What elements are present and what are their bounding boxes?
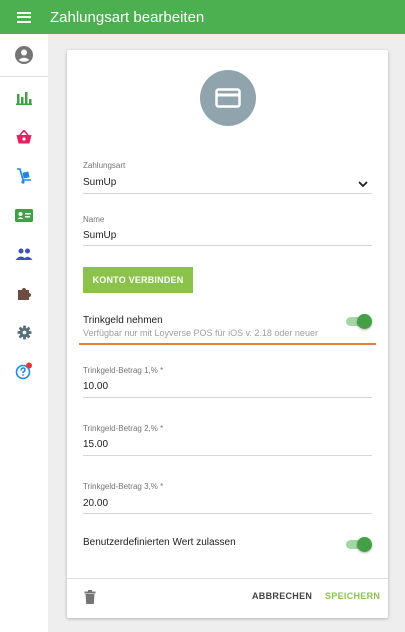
cancel-button[interactable]: ABBRECHEN [252, 591, 312, 601]
trash-icon[interactable] [84, 590, 96, 604]
highlight-underline [79, 343, 376, 345]
sidebar-item-account[interactable] [0, 41, 48, 69]
tip-toggle-label: Trinkgeld nehmen [83, 315, 163, 326]
payment-type-avatar [200, 70, 256, 126]
basket-icon [16, 130, 32, 144]
hand-truck-icon [17, 168, 31, 184]
payment-type-select[interactable]: SumUp [83, 177, 116, 188]
sidebar-item-sales[interactable] [0, 123, 48, 151]
sidebar-item-employees[interactable] [0, 240, 48, 268]
sidebar-item-inventory[interactable] [0, 162, 48, 190]
puzzle-icon [17, 287, 31, 300]
people-icon [15, 248, 33, 260]
tip-amount-3-label: Trinkgeld-Betrag 3,% * [83, 482, 164, 491]
name-field[interactable]: SumUp [83, 230, 116, 241]
credit-card-icon [215, 88, 241, 108]
custom-value-label: Benutzerdefinierten Wert zulassen [83, 537, 236, 548]
menu-button[interactable] [0, 0, 48, 34]
gear-icon [16, 324, 32, 340]
tip-amount-3-underline [83, 513, 372, 514]
footer-divider [67, 578, 388, 579]
tip-amount-1-label: Trinkgeld-Betrag 1,% * [83, 366, 164, 375]
payment-type-label: Zahlungsart [83, 161, 126, 170]
bar-chart-icon [16, 92, 32, 105]
tip-amount-1-field[interactable]: 10.00 [83, 381, 108, 392]
page-title: Zahlungsart bearbeiten [50, 8, 205, 26]
sidebar-item-customers[interactable] [0, 201, 48, 229]
sidebar-item-reports[interactable] [0, 84, 48, 112]
help-icon [15, 362, 32, 380]
tip-amount-2-underline [83, 455, 372, 456]
app-bar: Zahlungsart bearbeiten [0, 0, 405, 34]
tip-amount-2-field[interactable]: 15.00 [83, 439, 108, 450]
tip-availability-note: Verfügbar nur mit Loyverse POS für iOS v… [83, 328, 318, 338]
id-card-icon [15, 208, 33, 222]
sidebar-item-integrations[interactable] [0, 279, 48, 307]
connect-account-button[interactable]: KONTO VERBINDEN [83, 267, 193, 293]
account-icon [15, 46, 33, 64]
name-label: Name [83, 215, 105, 224]
sidebar-divider [0, 76, 48, 77]
tip-amount-1-underline [83, 397, 372, 398]
hamburger-icon [17, 11, 31, 23]
sidebar-item-settings[interactable] [0, 318, 48, 346]
name-underline [83, 245, 372, 246]
payment-type-underline [83, 193, 372, 194]
sidebar-item-help[interactable] [0, 357, 48, 385]
tip-amount-2-label: Trinkgeld-Betrag 2,% * [83, 424, 164, 433]
custom-value-toggle[interactable] [346, 536, 372, 552]
sidebar [0, 34, 48, 632]
edit-payment-card: Zahlungsart SumUp Name SumUp KONTO VERBI… [67, 50, 388, 618]
chevron-down-icon[interactable] [357, 179, 369, 189]
save-button[interactable]: SPEICHERN [325, 591, 380, 601]
notification-dot [26, 362, 32, 369]
tip-amount-3-field[interactable]: 20.00 [83, 498, 108, 509]
tip-toggle[interactable] [346, 313, 372, 329]
